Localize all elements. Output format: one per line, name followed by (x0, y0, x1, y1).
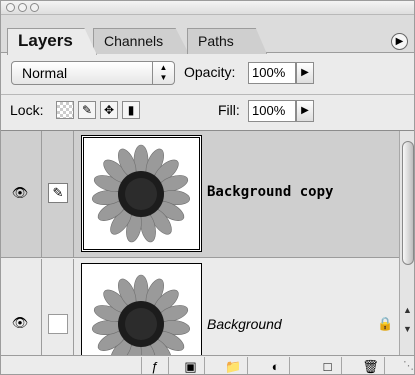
menu-arrow-icon: ▶ (395, 36, 404, 47)
padlock-icon: 🔒 (377, 316, 394, 331)
eye-icon[interactable]: 👁 (10, 316, 30, 330)
visibility-cell[interactable]: 👁 (1, 259, 42, 355)
eye-icon[interactable]: 👁 (10, 186, 30, 200)
triangle-right-icon: ▶ (301, 105, 309, 116)
blend-mode-select[interactable]: Normal ▲ ▼ (11, 61, 175, 85)
link-cell[interactable] (42, 259, 74, 355)
blend-opacity-row: Normal ▲ ▼ Opacity: 100% ▶ (1, 53, 414, 95)
layer-row-background-copy[interactable]: 👁 ✎ Background copy (1, 131, 399, 258)
updown-arrows-icon: ▲ ▼ (152, 62, 174, 84)
layer-name[interactable]: Background copy (207, 184, 333, 200)
layer-thumbnail[interactable] (81, 135, 202, 252)
sunflower-image (91, 144, 191, 243)
visibility-cell[interactable]: 👁 (1, 131, 42, 257)
palette-menu-button[interactable]: ▶ (391, 33, 408, 50)
scroll-up-arrow-icon[interactable]: ▲ (403, 305, 412, 315)
opacity-slider-button[interactable]: ▶ (296, 62, 314, 84)
layers-palette: Layers Channels Paths ▶ Normal ▲ ▼ Opacit… (0, 0, 415, 375)
layer-style-icon[interactable]: ƒ (141, 357, 169, 374)
move-lock-icon[interactable]: ✥ (100, 101, 118, 119)
layers-scrollbar[interactable]: ▲ ▼ (399, 131, 414, 355)
new-layer-icon[interactable]: □ (314, 357, 342, 374)
layer-row-background[interactable]: 👁 Background 🔒 (1, 259, 399, 373)
lock-label: Lock: (10, 102, 44, 118)
minimize-button[interactable] (18, 3, 27, 12)
padlock-icon[interactable]: ▮ (122, 101, 140, 119)
layer-name[interactable]: Background (207, 316, 282, 332)
mask-icon[interactable]: ▣ (177, 357, 205, 374)
scrollbar-thumb[interactable] (402, 141, 414, 265)
blend-mode-value: Normal (22, 65, 68, 81)
opacity-label: Opacity: (184, 64, 236, 80)
brush-lock-icon[interactable]: ✎ (78, 101, 96, 119)
tab-strip: Layers Channels Paths ▶ (1, 15, 414, 55)
tab-paths[interactable]: Paths (187, 28, 267, 54)
paintbrush-icon: ✎ (48, 183, 68, 203)
resize-grip-icon[interactable]: ⋱ (403, 359, 414, 372)
link-cell[interactable]: ✎ (42, 131, 74, 257)
opacity-field[interactable]: 100% (248, 62, 296, 84)
adjustment-icon[interactable]: ◐ (262, 357, 290, 374)
fill-label: Fill: (218, 102, 240, 118)
zoom-button[interactable] (30, 3, 39, 12)
close-button[interactable] (6, 3, 15, 12)
scroll-down-arrow-icon[interactable]: ▼ (403, 324, 412, 334)
folder-icon[interactable]: 📁 (220, 357, 248, 374)
lock-fill-row: Lock: ✎ ✥ ▮ Fill: 100% ▶ (1, 95, 414, 131)
checker-lock-icon[interactable] (56, 101, 74, 119)
title-bar (1, 1, 414, 15)
empty-link-box (48, 314, 68, 334)
palette-bottom-bar: ƒ ▣ 📁 ◐ □ 🗑 ⋱ (1, 355, 414, 374)
triangle-right-icon: ▶ (301, 67, 309, 78)
tab-channels[interactable]: Channels (93, 28, 189, 54)
fill-field[interactable]: 100% (248, 100, 296, 122)
tab-layers[interactable]: Layers (7, 28, 97, 55)
trash-icon[interactable]: 🗑 (357, 357, 385, 374)
fill-slider-button[interactable]: ▶ (296, 100, 314, 122)
